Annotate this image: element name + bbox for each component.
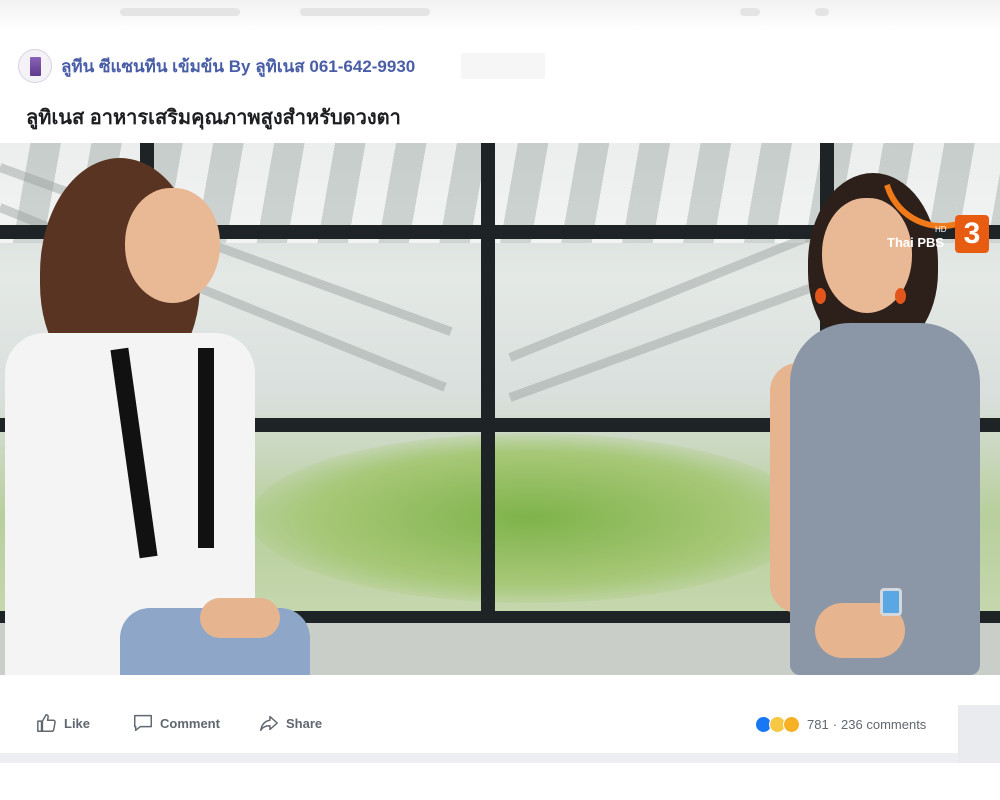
share-label: Share [286, 715, 323, 731]
divider [0, 753, 960, 763]
video-player[interactable]: HD Thai PBS 3 [0, 143, 1000, 675]
background-greenery [250, 433, 810, 603]
post-actions-bar: Like Comment Share 781 · 236 comments [0, 700, 1000, 750]
hd-label: HD [935, 225, 947, 234]
comment-icon [134, 714, 152, 732]
thumbs-up-icon [37, 714, 56, 732]
share-icon [260, 715, 278, 732]
post-header: ลูทีน ซีแซนทีน เข้มข้น By ลูทิเนส 061-64… [18, 47, 415, 85]
reactions-summary[interactable]: 781 · 236 comments [755, 716, 926, 733]
reaction-count[interactable]: 781 [807, 717, 829, 732]
top-blurred-strip [0, 0, 1000, 30]
stats-separator: · [832, 717, 838, 732]
comment-button[interactable]: Comment [132, 712, 220, 734]
thai-pbs-channel-logo: HD Thai PBS 3 [883, 163, 995, 258]
placeholder-box [461, 53, 545, 79]
comment-label: Comment [160, 715, 220, 731]
like-label: Like [64, 715, 91, 731]
page-name-link[interactable]: ลูทีน ซีแซนทีน เข้มข้น By ลูทิเนส 061-64… [61, 53, 415, 80]
corner-block [958, 705, 1000, 763]
like-button[interactable]: Like [36, 712, 90, 734]
post-title: ลูทิเนส อาหารเสริมคุณภาพสูงสำหรับดวงตา [26, 107, 401, 129]
page-avatar[interactable] [18, 49, 52, 83]
swoosh-icon [883, 163, 967, 247]
wow-icon [783, 716, 800, 733]
channel-number: 3 [955, 215, 989, 253]
channel-brand: Thai PBS [887, 235, 945, 250]
comments-count[interactable]: 236 comments [841, 717, 926, 732]
share-button[interactable]: Share [258, 712, 322, 734]
